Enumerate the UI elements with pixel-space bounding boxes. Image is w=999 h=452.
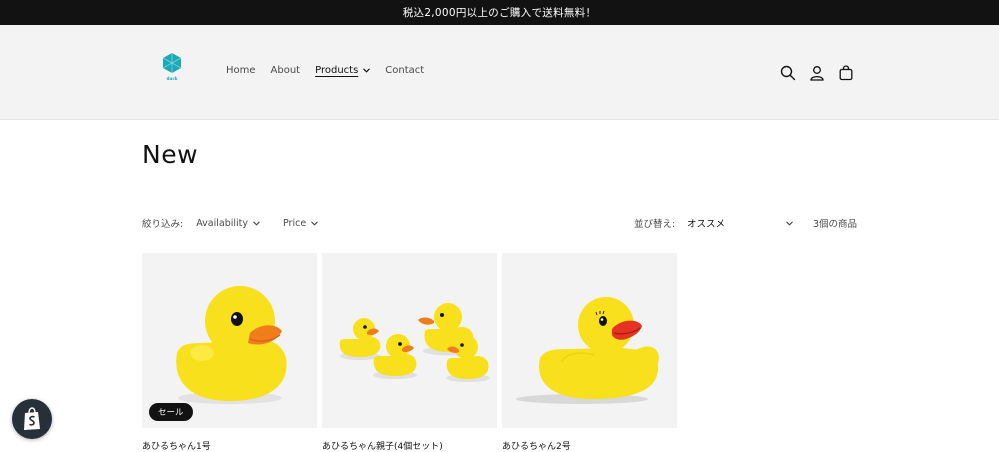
product-image[interactable]: セール bbox=[142, 253, 317, 428]
filter-group: 絞り込み: Availability Price bbox=[142, 216, 341, 230]
nav-contact[interactable]: Contact bbox=[385, 65, 424, 76]
logo-hex-icon bbox=[162, 53, 182, 73]
sort-value: オススメ bbox=[687, 219, 726, 230]
rubber-duck-icon bbox=[516, 297, 659, 404]
price-filter-label: Price bbox=[283, 217, 307, 229]
product-grid: セール あひるちゃん1号 あひるちゃん親子(4個セット) あひるちゃん2号 bbox=[142, 253, 682, 452]
product-card[interactable]: あひるちゃん2号 bbox=[502, 253, 677, 452]
shopify-chat-button[interactable] bbox=[12, 399, 52, 439]
nav-products[interactable]: Products bbox=[315, 65, 371, 76]
nav-products-label: Products bbox=[315, 65, 359, 76]
product-image[interactable] bbox=[502, 253, 677, 428]
filter-bar: 絞り込み: Availability Price 並び替え: オススメ 3個の商… bbox=[142, 216, 857, 231]
cart-icon[interactable] bbox=[836, 63, 856, 83]
nav-contact-label: Contact bbox=[385, 65, 425, 76]
product-title[interactable]: あひるちゃん2号 bbox=[502, 439, 677, 452]
main-nav: Home About Products Contact bbox=[226, 65, 439, 76]
shopping-bag-icon bbox=[24, 407, 40, 430]
page-title: New bbox=[142, 140, 199, 169]
search-icon[interactable] bbox=[778, 63, 798, 83]
logo-text: duck bbox=[166, 76, 178, 81]
chevron-down-icon bbox=[363, 68, 371, 73]
sort-label: 並び替え: bbox=[634, 219, 676, 230]
chevron-down-icon bbox=[253, 220, 260, 226]
product-card[interactable]: あひるちゃん親子(4個セット) bbox=[322, 253, 497, 452]
logo[interactable]: duck bbox=[160, 52, 184, 81]
product-count: 3個の商品 bbox=[812, 219, 857, 230]
sale-badge: セール bbox=[149, 403, 193, 421]
price-filter[interactable]: Price bbox=[283, 217, 319, 229]
rubber-duck-icon bbox=[176, 286, 287, 404]
filter-label: 絞り込み: bbox=[142, 219, 184, 230]
product-title[interactable]: あひるちゃん親子(4個セット) bbox=[322, 439, 497, 452]
product-card[interactable]: セール あひるちゃん1号 bbox=[142, 253, 317, 452]
nav-about[interactable]: About bbox=[271, 65, 301, 76]
nav-home-label: Home bbox=[226, 65, 256, 76]
account-icon[interactable] bbox=[807, 63, 827, 83]
availability-filter[interactable]: Availability bbox=[196, 218, 260, 229]
chevron-down-icon bbox=[311, 220, 319, 226]
announcement-text: 税込2,000円以上のご購入で送料無料！ bbox=[402, 7, 597, 19]
product-image[interactable] bbox=[322, 253, 497, 428]
nav-about-label: About bbox=[270, 65, 301, 76]
announcement-bar: 税込2,000円以上のご購入で送料無料！ bbox=[0, 0, 999, 25]
sort-select[interactable]: オススメ bbox=[687, 216, 793, 230]
rubber-duck-family-icon bbox=[339, 303, 490, 382]
header-icons bbox=[778, 63, 865, 83]
nav-home[interactable]: Home bbox=[226, 65, 256, 76]
availability-filter-label: Availability bbox=[196, 217, 248, 229]
product-title[interactable]: あひるちゃん1号 bbox=[142, 439, 317, 452]
site-header: duck Home About Products Contact bbox=[0, 25, 999, 120]
chevron-down-icon bbox=[786, 220, 793, 226]
